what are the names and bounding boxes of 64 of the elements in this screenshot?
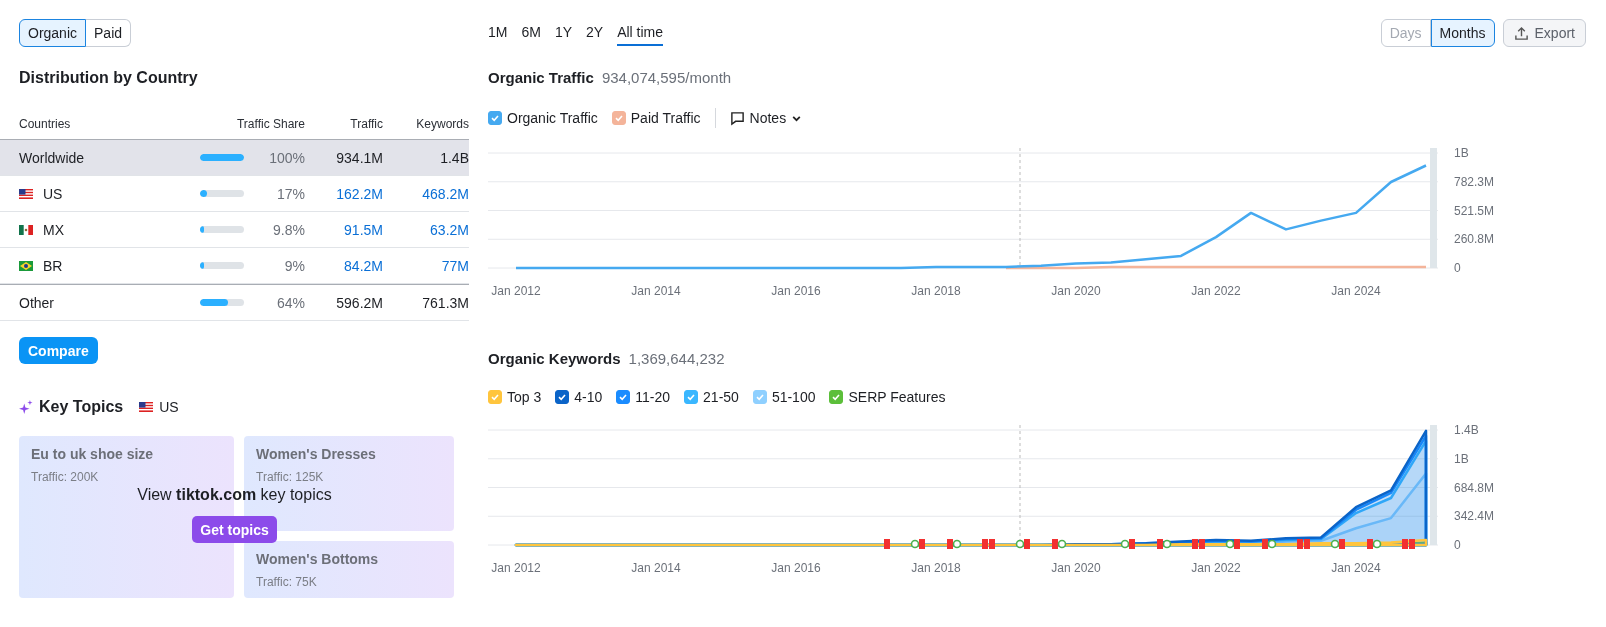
traffic-value: 934.1M: [335, 149, 383, 166]
traffic-value: 596.2M: [335, 294, 383, 311]
y-axis-label: 0: [1454, 261, 1461, 275]
x-axis-label: Jan 2014: [631, 561, 681, 575]
topic-traffic: Traffic: 200K: [31, 470, 100, 484]
x-axis-label: Jan 2020: [1051, 284, 1101, 298]
country-name: US: [43, 185, 63, 202]
legend-label: 21-50: [703, 389, 739, 405]
key-topics-prompt: View tiktok.com key topics: [137, 486, 332, 504]
y-axis-label: 0: [1454, 538, 1461, 552]
country-name: BR: [43, 257, 63, 274]
country-name: Other: [19, 294, 54, 311]
share-value: 100%: [269, 149, 305, 166]
column-header: Traffic Share: [235, 117, 305, 131]
y-axis-label: 260.8M: [1454, 232, 1495, 247]
column-header: Traffic: [349, 117, 383, 131]
y-axis-label: 342.4M: [1454, 509, 1495, 524]
x-axis-label: Jan 2012: [491, 284, 541, 298]
legend-label: 11-20: [635, 389, 671, 405]
country-label: US: [159, 399, 179, 415]
x-axis-label: Jan 2022: [1191, 561, 1241, 575]
share-value: 17%: [276, 185, 305, 202]
topic-traffic: Traffic: 75K: [256, 575, 318, 589]
share-value: 64%: [276, 294, 305, 311]
topic-title: Eu to uk shoe size: [31, 446, 155, 462]
keywords-value: 761.3M: [421, 294, 469, 311]
topic-title: Women's Dresses: [256, 446, 377, 462]
share-value: 9%: [284, 257, 305, 274]
country-name: MX: [43, 221, 64, 238]
share-value: 9.8%: [273, 221, 305, 238]
legend-label: Paid Traffic: [630, 110, 701, 126]
chart-title: Organic Traffic: [488, 69, 594, 86]
y-axis-label: 1B: [1454, 146, 1469, 160]
section-title: Distribution by Country: [19, 69, 199, 87]
country-name: Worldwide: [19, 149, 85, 166]
x-axis-label: Jan 2016: [771, 284, 821, 298]
x-axis-label: Jan 2020: [1051, 561, 1101, 575]
y-axis-label: 521.5M: [1454, 203, 1495, 218]
x-axis-label: Jan 2016: [771, 561, 821, 575]
topic-traffic: Traffic: 125K: [256, 470, 325, 484]
legend-label: 4-10: [574, 389, 603, 405]
column-header: Keywords: [415, 117, 469, 131]
chart-title: Organic Keywords: [488, 350, 621, 367]
y-axis-label: 782.3M: [1454, 174, 1495, 189]
topic-title: Women's Bottoms: [256, 551, 380, 567]
x-axis-label: Jan 2014: [631, 284, 681, 298]
section-title: Key Topics: [39, 398, 124, 416]
legend-label: SERP Features: [848, 389, 946, 405]
legend-label: 51-100: [771, 389, 816, 405]
chart-total: 934,074,595/month: [601, 69, 732, 86]
y-axis-label: 684.8M: [1454, 480, 1495, 495]
y-axis-label: 1B: [1454, 451, 1469, 466]
x-axis-label: Jan 2024: [1331, 284, 1381, 298]
chart-total: 1,369,644,232: [628, 350, 725, 367]
x-axis-label: Jan 2018: [911, 284, 961, 298]
column-header: Countries: [19, 117, 72, 131]
legend-label: Top 3: [507, 389, 542, 405]
x-axis-label: Jan 2024: [1331, 561, 1381, 575]
y-axis-label: 1.4B: [1454, 423, 1479, 437]
keywords-value: 1.4B: [439, 149, 469, 166]
x-axis-label: Jan 2018: [911, 561, 961, 575]
x-axis-label: Jan 2022: [1191, 284, 1241, 298]
x-axis-label: Jan 2012: [491, 561, 541, 575]
legend-label: Organic Traffic: [507, 110, 598, 126]
